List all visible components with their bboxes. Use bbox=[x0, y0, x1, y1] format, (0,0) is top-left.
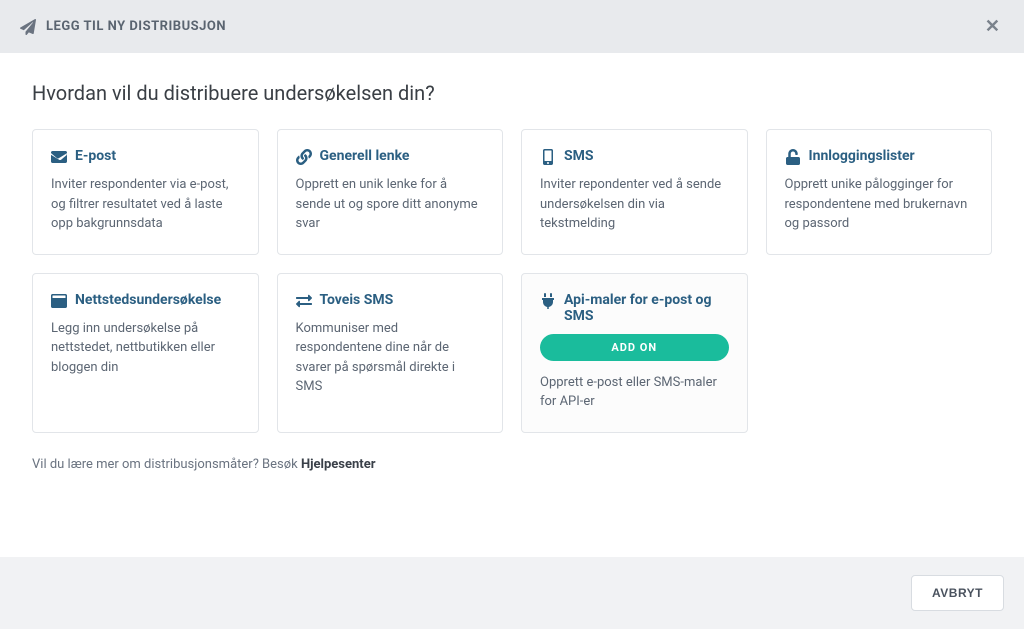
card-header: SMS bbox=[540, 148, 729, 165]
close-icon: ✕ bbox=[985, 16, 1000, 36]
card-header: E-post bbox=[51, 148, 240, 165]
card-email[interactable]: E-post Inviter respondenter via e-post, … bbox=[32, 129, 259, 255]
card-title: E-post bbox=[75, 148, 116, 164]
modal-header: LEGG TIL NY DISTRIBUSJON ✕ bbox=[0, 0, 1024, 53]
modal-footer: AVBRYT bbox=[0, 557, 1024, 629]
card-twoway-sms[interactable]: Toveis SMS Kommuniser med respondentene … bbox=[277, 273, 504, 433]
card-header: Api-maler for e-post og SMS bbox=[540, 292, 729, 324]
modal-header-left: LEGG TIL NY DISTRIBUSJON bbox=[20, 18, 226, 35]
plug-icon bbox=[540, 292, 556, 309]
card-title: Toveis SMS bbox=[320, 292, 394, 308]
card-header: Nettstedsundersøkelse bbox=[51, 292, 240, 309]
window-icon bbox=[51, 292, 67, 309]
help-center-link[interactable]: Hjelpesenter bbox=[301, 457, 376, 472]
help-text: Vil du lære mer om distribusjonsmåter? B… bbox=[32, 457, 301, 472]
link-icon bbox=[296, 148, 312, 165]
card-desc: Inviter respondenter via e-post, og filt… bbox=[51, 175, 240, 234]
card-title: Api-maler for e-post og SMS bbox=[564, 292, 729, 324]
card-title: Innloggingslister bbox=[809, 148, 915, 164]
question-heading: Hvordan vil du distribuere undersøkelsen… bbox=[32, 81, 992, 105]
card-header: Innloggingslister bbox=[785, 148, 974, 165]
card-title: Generell lenke bbox=[320, 148, 410, 164]
envelope-icon bbox=[51, 148, 67, 165]
card-desc: Legg inn undersøkelse på nettstedet, net… bbox=[51, 319, 240, 378]
card-desc: Opprett unike pålogginger for respondent… bbox=[785, 175, 974, 234]
addon-badge: ADD ON bbox=[540, 334, 729, 361]
card-desc: Opprett e-post eller SMS-maler for API-e… bbox=[540, 373, 729, 412]
close-button[interactable]: ✕ bbox=[981, 16, 1004, 37]
card-sms[interactable]: SMS Inviter repondenter ved å sende unde… bbox=[521, 129, 748, 255]
card-title: SMS bbox=[564, 148, 594, 164]
card-desc: Kommuniser med respondentene dine når de… bbox=[296, 319, 485, 397]
card-header: Toveis SMS bbox=[296, 292, 485, 309]
card-desc: Inviter repondenter ved å sende undersøk… bbox=[540, 175, 729, 234]
modal-body: Hvordan vil du distribuere undersøkelsen… bbox=[0, 53, 1024, 492]
modal-title: LEGG TIL NY DISTRIBUSJON bbox=[46, 19, 226, 34]
card-api-templates[interactable]: Api-maler for e-post og SMS ADD ON Oppre… bbox=[521, 273, 748, 433]
card-desc: Opprett en unik lenke for å sende ut og … bbox=[296, 175, 485, 234]
help-text-row: Vil du lære mer om distribusjonsmåter? B… bbox=[32, 457, 992, 472]
card-grid: E-post Inviter respondenter via e-post, … bbox=[32, 129, 992, 433]
card-login[interactable]: Innloggingslister Opprett unike påloggin… bbox=[766, 129, 993, 255]
paper-plane-icon bbox=[20, 18, 36, 35]
card-website[interactable]: Nettstedsundersøkelse Legg inn undersøke… bbox=[32, 273, 259, 433]
card-link[interactable]: Generell lenke Opprett en unik lenke for… bbox=[277, 129, 504, 255]
cancel-button[interactable]: AVBRYT bbox=[911, 575, 1004, 611]
card-title: Nettstedsundersøkelse bbox=[75, 292, 221, 308]
unlock-icon bbox=[785, 148, 801, 165]
card-header: Generell lenke bbox=[296, 148, 485, 165]
exchange-icon bbox=[296, 292, 312, 309]
mobile-icon bbox=[540, 148, 556, 165]
